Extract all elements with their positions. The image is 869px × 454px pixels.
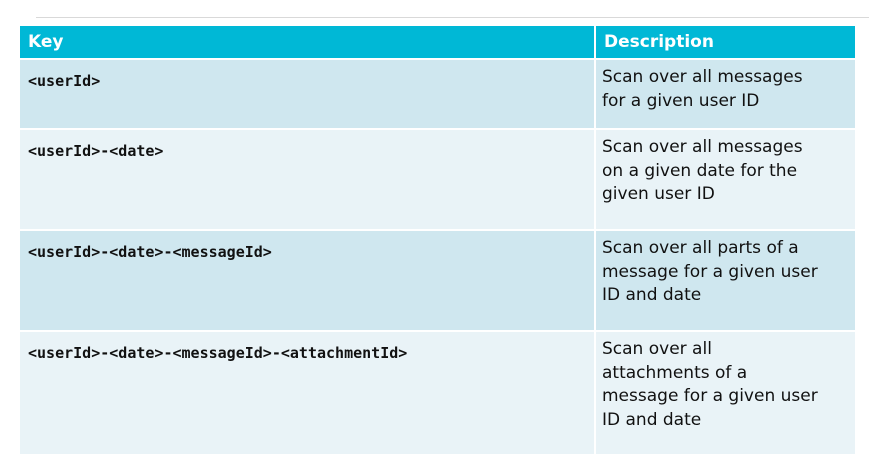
description-line: Scan over all bbox=[602, 339, 712, 359]
key-cell: <userId>-<date>-<messageId> bbox=[20, 229, 596, 331]
table-row: <userId> Scan over all messages for a gi… bbox=[20, 58, 855, 129]
key-cell: <userId> bbox=[20, 58, 596, 129]
table-row: <userId>-<date> Scan over all messages o… bbox=[20, 128, 855, 230]
header-row: Key Description bbox=[20, 26, 855, 59]
description-cell: Scan over all parts of a message for a g… bbox=[595, 229, 855, 331]
description-cell: Scan over all messages for a given user … bbox=[595, 58, 855, 129]
description-line: Scan over all messages bbox=[602, 67, 803, 87]
description-line: ID and date bbox=[602, 409, 702, 430]
description-cell: Scan over all attachments of a message f… bbox=[595, 330, 855, 454]
key-cell: <userId>-<date>-<messageId>-<attachmentI… bbox=[20, 330, 596, 454]
table-row: <userId>-<date>-<messageId>-<attachmentI… bbox=[20, 330, 855, 454]
description-line: attachments of a bbox=[602, 362, 748, 383]
description-line: message for a given user bbox=[602, 386, 818, 406]
key-column-header: Key bbox=[20, 26, 596, 59]
description-line: given user ID bbox=[602, 184, 715, 204]
top-divider bbox=[36, 17, 869, 18]
table-row: <userId>-<date>-<messageId> Scan over al… bbox=[20, 229, 855, 331]
description-line: message for a given user bbox=[602, 261, 818, 282]
description-line: Scan over all messages bbox=[602, 137, 803, 157]
key-cell: <userId>-<date> bbox=[20, 128, 596, 230]
key-description-table: Key Description <userId> Scan over all m… bbox=[20, 26, 855, 454]
description-line: ID and date bbox=[602, 285, 702, 305]
description-cell: Scan over all messages on a given date f… bbox=[595, 128, 855, 230]
description-line: Scan over all parts of a bbox=[602, 238, 799, 258]
description-line: for a given user ID bbox=[602, 90, 760, 111]
description-line: on a given date for the bbox=[602, 160, 798, 181]
description-column-header: Description bbox=[595, 26, 855, 59]
